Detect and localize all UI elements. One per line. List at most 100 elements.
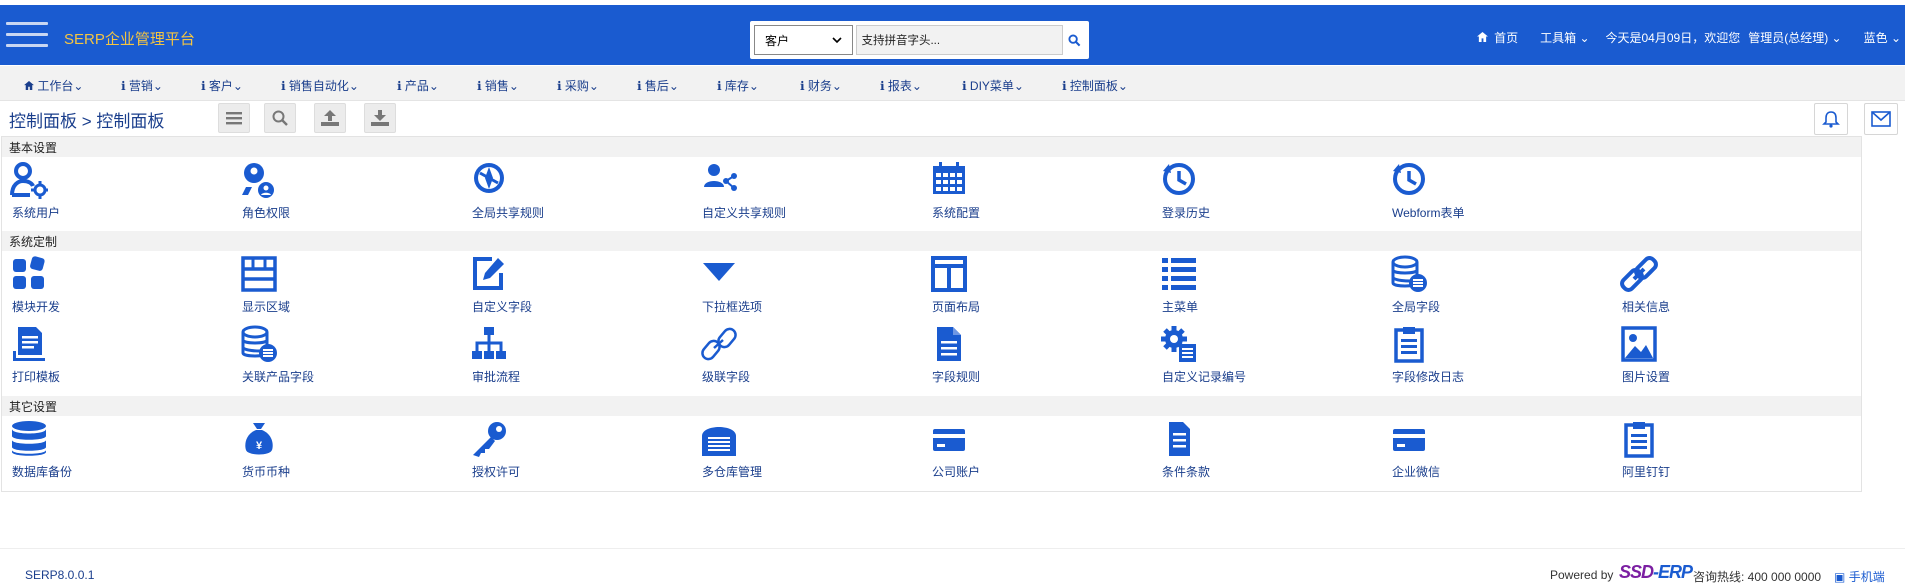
welcome-text: 今天是04月09日，欢迎您 [1605,31,1741,45]
tile-print-template[interactable]: 打印模板 [2,325,202,389]
mobile-link[interactable]: ▣ 手机端 [1834,568,1885,585]
tile-label: 全局字段 [1392,300,1441,314]
brand-part-a: SSD [1619,562,1654,582]
nav-sales[interactable]: ℹ 销售⌄ [477,77,519,94]
search-toggle-button[interactable] [264,103,296,133]
tile-custom-field[interactable]: 自定义字段 [462,255,662,319]
home-link[interactable]: 首页 [1476,29,1518,46]
search-scope-select[interactable]: 客户 [754,25,854,55]
nav-label: 工作台 [37,79,74,93]
tile-display-area[interactable]: 显示区域 [232,255,432,319]
tile-custom-record-number[interactable]: 自定义记录编号 [1152,325,1352,389]
nav-diy-menu[interactable]: ℹ DIY菜单⌄ [962,77,1024,94]
brand-logo[interactable]: SSD-ERP [1619,562,1693,583]
tile-label: 自定义记录编号 [1162,370,1247,384]
nav-after-sales[interactable]: ℹ 售后⌄ [637,77,679,94]
tile-multi-warehouse[interactable]: 多仓库管理 [692,420,892,484]
nav-product[interactable]: ℹ 产品⌄ [397,77,439,94]
version-text: SERP8.0.0.1 [25,568,95,582]
tile-related-info[interactable]: 相关信息 [1612,255,1812,319]
tile-dingtalk[interactable]: 阿里钉钉 [1612,420,1812,484]
link-icon [1620,256,1658,292]
caret-down-icon [703,263,735,281]
database-icon [12,421,46,456]
nav-purchase[interactable]: ℹ 采购⌄ [557,77,599,94]
search-scope-value: 客户 [765,33,790,48]
tile-global-field[interactable]: 全局字段 [1382,255,1582,319]
tile-label: 页面布局 [932,300,981,314]
info-icon: ℹ [281,79,289,93]
export-button[interactable] [364,103,396,133]
main-nav: 工作台⌄ ℹ 营销⌄ ℹ 客户⌄ ℹ 销售自动化⌄ ℹ 产品⌄ ℹ 销售⌄ ℹ … [0,66,1905,101]
tile-wecom[interactable]: 企业微信 [1382,420,1582,484]
nav-inventory[interactable]: ℹ 库存⌄ [717,77,759,94]
tile-label: 打印模板 [12,370,61,384]
tile-custom-sharing-rules[interactable]: 自定义共享规则 [692,161,892,225]
tile-system-users[interactable]: 系统用户 [2,161,202,225]
tile-label: 下拉框选项 [702,300,763,314]
nav-marketing[interactable]: ℹ 营销⌄ [121,77,163,94]
tile-label: 全局共享规则 [472,206,545,220]
tile-page-layout[interactable]: 页面布局 [922,255,1122,319]
import-button[interactable] [314,103,346,133]
tile-license[interactable]: 授权许可 [462,420,662,484]
tile-label: 条件条款 [1162,465,1211,479]
tile-database-backup[interactable]: 数据库备份 [2,420,202,484]
tile-webform[interactable]: Webform表单 [1382,161,1582,225]
brand-part-b: -ERP [1653,562,1693,582]
tile-terms[interactable]: 条件条款 [1152,420,1352,484]
file-icon [937,327,961,361]
info-icon: ℹ [880,79,888,93]
nav-label: 报表 [887,79,912,93]
tile-company-accounts[interactable]: 公司账户 [922,420,1122,484]
theme-menu[interactable]: 蓝色 ⌄ [1864,29,1901,46]
tile-approval-flow[interactable]: 审批流程 [462,325,662,389]
nav-finance[interactable]: ℹ 财务⌄ [800,77,842,94]
search-input[interactable] [856,25,1064,55]
tile-field-rules[interactable]: 字段规则 [922,325,1122,389]
tile-role-permissions[interactable]: 角色权限 [232,161,432,225]
info-icon: ℹ [1062,79,1070,93]
message-button[interactable] [1864,103,1898,135]
tile-label: 自定义共享规则 [702,206,787,220]
tile-module-dev[interactable]: 模块开发 [2,255,202,319]
key-icon [473,422,506,457]
clipboard-icon [1624,422,1654,458]
tile-global-sharing-rules[interactable]: 全局共享规则 [462,161,662,225]
global-search: 客户 [750,21,1089,59]
nav-sales-automation[interactable]: ℹ 销售自动化⌄ [281,77,359,94]
info-icon: ℹ [201,79,209,93]
compass-icon [474,163,504,193]
tools-menu[interactable]: 工具箱 ⌄ [1540,29,1589,46]
notification-button[interactable] [1814,103,1848,135]
search-icon [1068,33,1080,46]
tile-field-change-log[interactable]: 字段修改日志 [1382,325,1582,389]
tile-linked-product-field[interactable]: 关联产品字段 [232,325,432,389]
tile-login-history[interactable]: 登录历史 [1152,161,1352,225]
home-icon [24,81,34,90]
tile-label: 显示区域 [242,300,291,314]
nav-reports[interactable]: ℹ 报表⌄ [880,77,922,94]
nav-customer[interactable]: ℹ 客户⌄ [201,77,243,94]
menu-toggle-icon[interactable] [6,22,48,50]
download-icon [371,110,389,126]
nav-control-panel[interactable]: ℹ 控制面板⌄ [1062,77,1128,94]
list-button[interactable] [218,103,250,133]
list-icon [1162,258,1196,290]
user-menu[interactable]: 管理员(总经理) ⌄ [1748,29,1841,46]
tile-label: 系统配置 [932,206,981,220]
tile-main-menu[interactable]: 主菜单 [1152,255,1352,319]
tile-dropdown-options[interactable]: 下拉框选项 [692,255,892,319]
tile-currency[interactable]: ¥ 货币币种 [232,420,432,484]
tile-cascade-field[interactable]: 级联字段 [692,325,892,389]
tile-system-config[interactable]: 系统配置 [922,161,1122,225]
image-icon [1621,326,1657,362]
tile-label: Webform表单 [1392,206,1465,220]
nav-workbench[interactable]: 工作台⌄ [24,77,83,94]
user-gear-icon [10,162,48,199]
tile-label: 审批流程 [472,370,521,384]
tile-image-settings[interactable]: 图片设置 [1612,325,1812,389]
file-text-icon [1169,422,1190,456]
tools-label: 工具箱 [1540,31,1577,45]
search-button[interactable] [1063,25,1085,55]
